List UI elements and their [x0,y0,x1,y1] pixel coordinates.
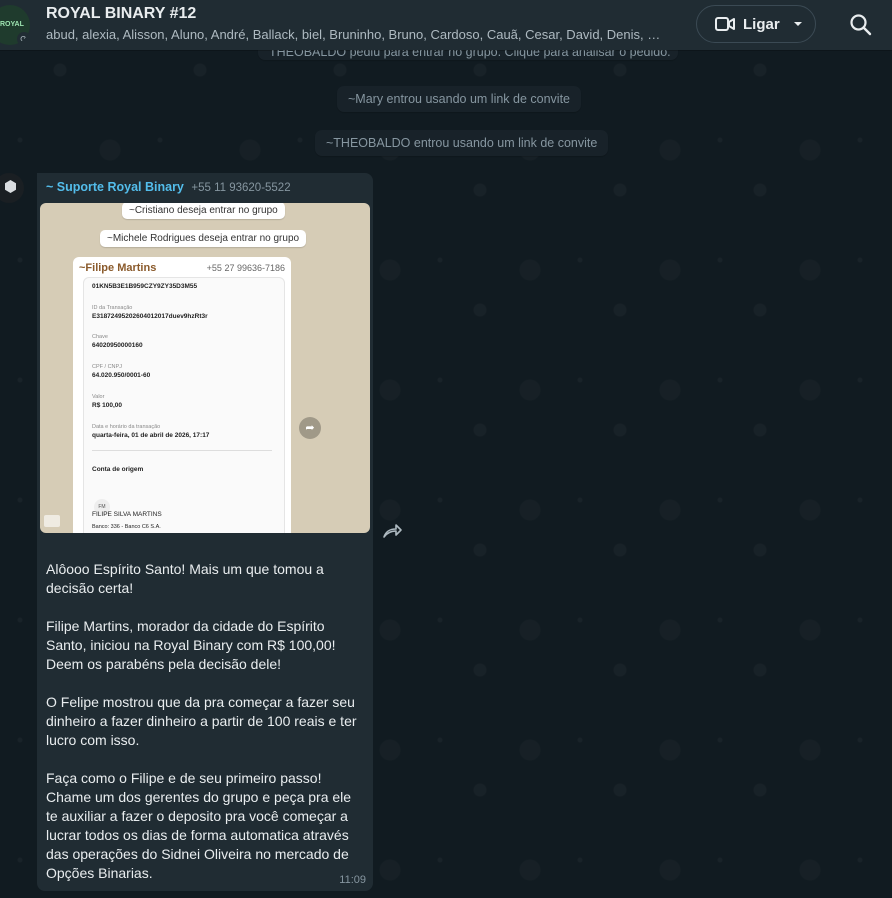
message-sender: ~ Suporte Royal Binary +55 11 93620-5522 [46,180,291,194]
receipt-holder-name: FILIPE SILVA MARTINS [92,511,162,518]
receipt-cpf-value: 64.020.950/0001-60 [92,372,151,379]
group-avatar[interactable]: ROYAL ⟳ [0,5,30,45]
receipt-id-value: E31872495202604012017duev9hzRt3r [92,313,208,320]
receipt-value-label: Valor [92,394,105,400]
receipt-id-label: ID da Transação [92,305,133,311]
receipt-value-value: R$ 100,00 [92,402,122,409]
chevron-down-icon[interactable] [788,19,808,29]
receipt-key-value: 64020950000160 [92,342,143,349]
call-button[interactable]: Ligar [696,5,816,43]
receipt-code: 01KN5B3E1B959CZY9ZY35D3M55 [92,283,198,290]
receipt-cpf-label: CPF / CNPJ [92,364,122,370]
forwarded-sender-name: ~Filipe Martins [79,262,157,274]
message-caption: Alôooo Espírito Santo! Mais um que tomou… [46,561,357,881]
message-bubble[interactable]: ~ Suporte Royal Binary +55 11 93620-5522… [37,173,373,891]
sender-name[interactable]: ~ Suporte Royal Binary [46,180,184,194]
image-corner-icon [44,515,60,527]
community-icon: ⟳ [17,32,30,45]
receipt-divider [92,450,272,451]
system-message: ~THEOBALDO entrou usando um link de conv… [315,130,609,156]
chat-header: ROYAL ⟳ ROYAL BINARY #12 abud, alexia, A… [0,0,892,50]
group-name[interactable]: ROYAL BINARY #12 [46,5,196,23]
forwarded-sender-phone: +55 27 99636-7186 [206,263,285,273]
receipt-origin-label: Conta de origem [92,466,144,473]
avatar-logo-text: ROYAL [0,21,24,28]
message-time: 11:09 [339,874,366,886]
search-icon[interactable] [848,12,874,38]
message-image[interactable]: ~Cristiano deseja entrar no grupo ~Miche… [40,203,370,533]
pix-receipt: 01KN5B3E1B959CZY9ZY35D3M55 ID da Transaç… [83,277,285,533]
call-button-label: Ligar [743,15,780,33]
receipt-key-label: Chave [92,334,108,340]
forwarded-message-card: ~Filipe Martins +55 27 99636-7186 01KN5B… [73,257,291,533]
image-system-message: ~Michele Rodrigues deseja entrar no grup… [100,230,307,247]
image-forward-icon: ➦ [299,417,321,439]
receipt-date-value: quarta-feira, 01 de abril de 2026, 17:17 [92,432,210,439]
sender-phone: +55 11 93620-5522 [191,182,291,194]
group-members[interactable]: abud, alexia, Alisson, Aluno, André, Bal… [46,27,668,42]
receipt-bank: Banco: 336 - Banco C6 S.A. [92,524,161,530]
receipt-date-label: Data e horário da transação [92,424,161,430]
system-message: ~Mary entrou usando um link de convite [337,86,581,112]
cube-logo-icon [5,180,16,193]
image-system-message: ~Cristiano deseja entrar no grupo [122,203,285,219]
video-call-icon [715,17,735,31]
forward-icon[interactable] [381,520,403,540]
